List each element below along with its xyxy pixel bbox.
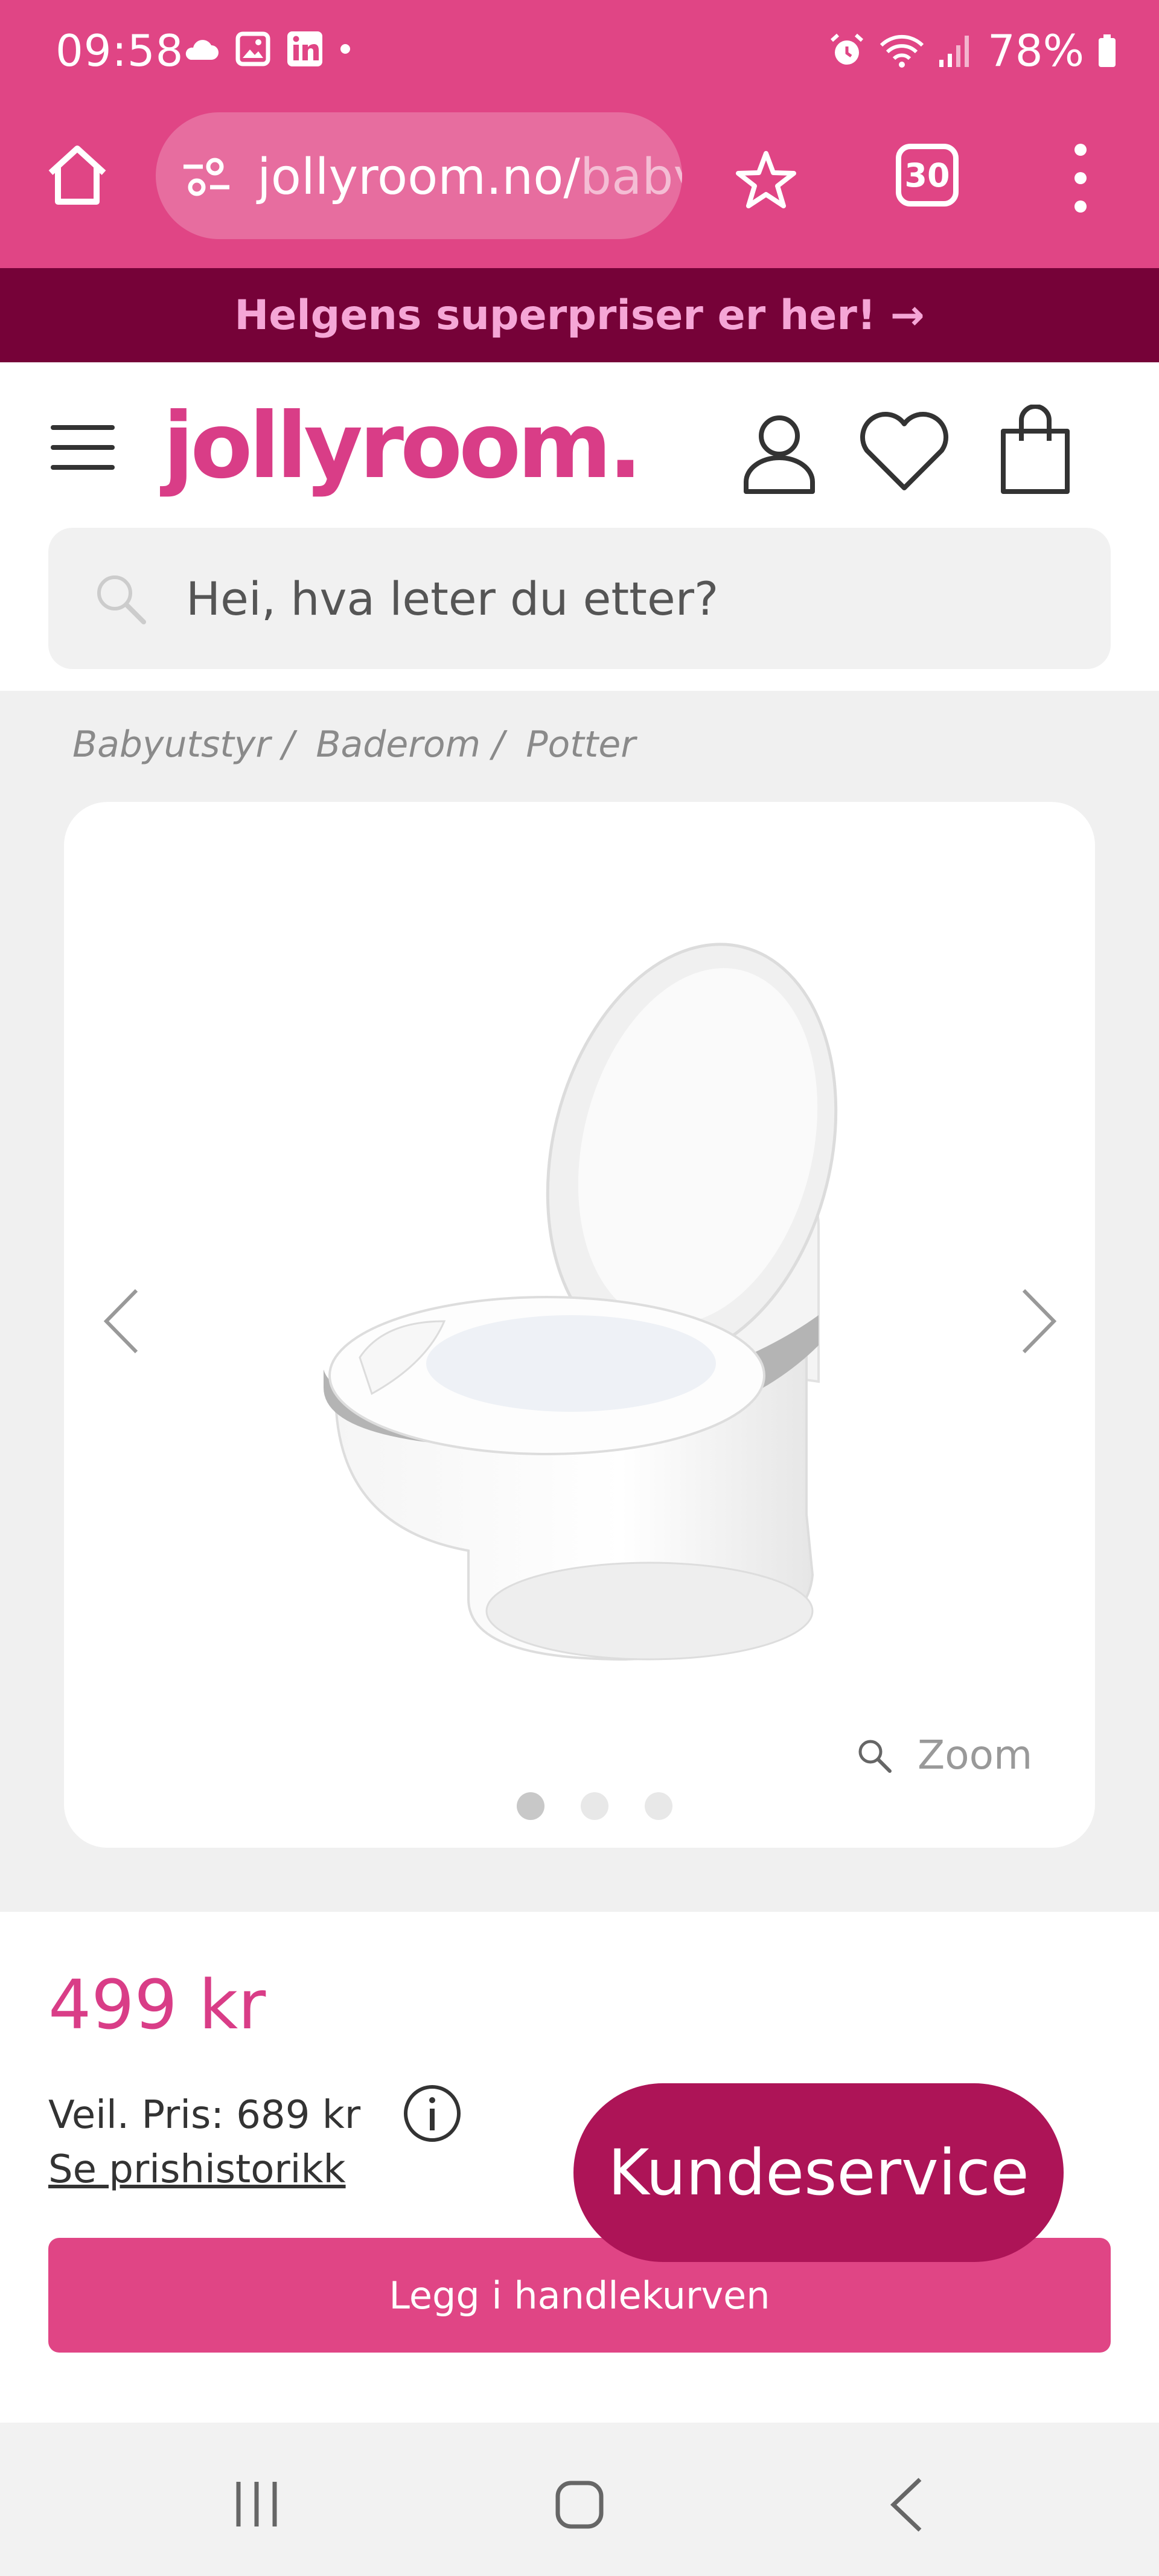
breadcrumb-baderom[interactable]: Baderom / [316,723,504,766]
breadcrumb-potter[interactable]: Potter [526,723,636,766]
signal-icon [939,36,969,67]
home-icon[interactable] [42,140,112,210]
battery-icon [1099,34,1116,67]
back-icon[interactable] [885,2475,927,2535]
breadcrumb-babyutstyr[interactable]: Babyutstyr / [72,723,294,766]
address-bar[interactable]: jollyroom.no/baby [156,112,682,239]
product-price: 499 kr [48,1966,266,2045]
alarm-icon [830,33,863,65]
search-input[interactable] [186,559,1061,638]
recommended-price: Veil. Pris: 689 kr [48,2093,361,2138]
zoom-label[interactable]: Zoom [918,1732,1032,1778]
shopping-bag-icon[interactable] [996,405,1074,495]
zoom-button[interactable]: Zoom [855,1732,1032,1778]
dot-icon [340,44,350,54]
cloud-icon [185,40,219,60]
carousel-dot-3[interactable] [645,1792,672,1820]
promo-banner[interactable]: Helgens superpriser er her! → [0,268,1159,362]
carousel-dot-2[interactable] [581,1792,608,1820]
nav-home-icon[interactable] [554,2479,605,2530]
breadcrumb: Babyutstyr / Baderom / Potter [72,723,636,766]
previous-image-arrow-icon[interactable] [94,1282,148,1360]
bookmark-star-icon[interactable] [733,147,799,214]
info-icon[interactable] [401,2082,464,2145]
site-settings-icon[interactable] [181,156,232,198]
overflow-menu-icon[interactable] [1062,139,1099,217]
site-header: jollyroom. [0,362,1159,691]
wishlist-heart-icon[interactable] [857,409,951,494]
product-gallery: Zoom [64,802,1095,1848]
recent-apps-icon[interactable] [229,2477,284,2531]
status-time: 09:58 [56,25,184,76]
purchase-section: 499 kr Veil. Pris: 689 kr Se prishistori… [0,1912,1159,2423]
browser-chrome: 09:58 78% jollyroom.no/baby 30 [0,0,1159,268]
site-logo[interactable]: jollyroom. [163,394,642,499]
browser-toolbar: jollyroom.no/baby 30 [0,105,1159,268]
status-bar: 09:58 78% [0,0,1159,105]
notification-icons [181,30,351,68]
system-nav-bar [0,2423,1159,2576]
image-icon [235,31,270,66]
hamburger-menu-icon[interactable] [51,425,115,470]
battery-level: 78% [987,25,1084,76]
next-image-arrow-icon[interactable] [1012,1282,1066,1360]
search-bar[interactable] [48,528,1111,669]
customer-service-button[interactable]: Kundeservice [573,2083,1064,2262]
account-icon[interactable] [740,411,819,495]
url-text[interactable]: jollyroom.no/baby [257,149,682,206]
carousel-dots [517,1792,672,1820]
wifi-icon [880,34,924,68]
carousel-dot-1[interactable] [517,1792,544,1820]
tab-switcher-button[interactable]: 30 [896,144,959,207]
zoom-magnifier-icon [858,1740,892,1773]
promo-text[interactable]: Helgens superpriser er her! → [234,292,924,339]
product-image-potty[interactable] [287,899,891,1708]
system-icons: 78% [828,25,1117,76]
search-icon [97,575,146,624]
linkedin-icon [287,31,322,66]
price-history-link[interactable]: Se prishistorikk [48,2147,346,2192]
